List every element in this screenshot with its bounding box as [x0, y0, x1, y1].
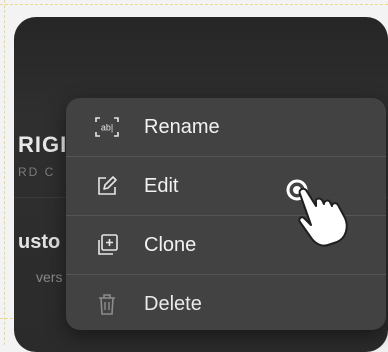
rename-icon: ab| — [94, 114, 120, 140]
guide-line-left — [4, 0, 5, 345]
card-subtitle: RD C — [18, 165, 56, 179]
hand-pointer-icon — [282, 172, 362, 250]
menu-item-label: Clone — [144, 233, 197, 256]
menu-item-rename[interactable]: ab| Rename — [66, 98, 386, 157]
menu-item-label: Edit — [144, 174, 179, 197]
guide-line-top — [0, 4, 388, 5]
card-name: usto — [18, 231, 61, 253]
clone-icon — [94, 232, 120, 258]
svg-text:ab|: ab| — [101, 123, 113, 133]
menu-item-label: Delete — [144, 292, 202, 315]
menu-item-delete[interactable]: Delete — [66, 275, 386, 330]
card-version: vers — [36, 269, 63, 285]
trash-icon — [94, 291, 120, 317]
menu-item-label: Rename — [144, 115, 220, 138]
card-title: RIGI — [18, 132, 68, 157]
edit-icon — [94, 173, 120, 199]
